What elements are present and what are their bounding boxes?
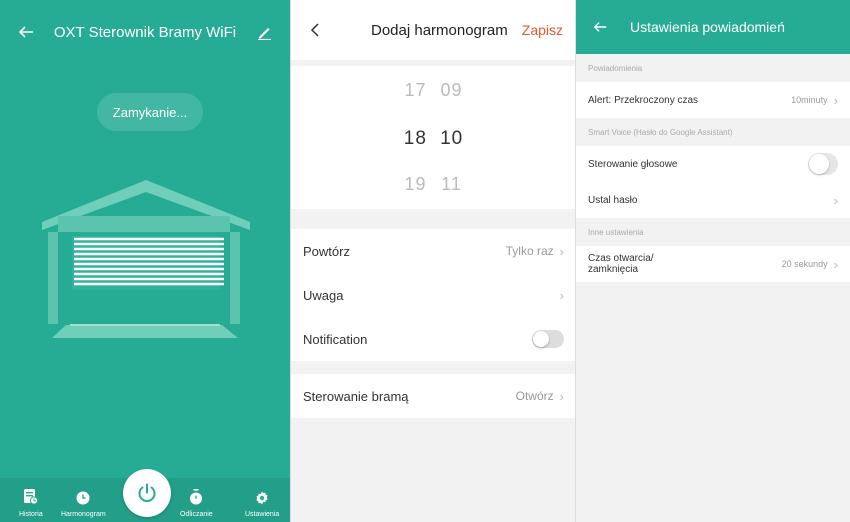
gate-control-row[interactable]: Sterowanie bramą Otwórz › [291, 374, 575, 418]
back-button[interactable] [14, 20, 38, 44]
gear-icon [256, 491, 268, 505]
chevron-right-icon: › [833, 92, 838, 108]
schedule-screen: Dodaj harmonogram Zapisz 17 09 18 10 19 … [290, 0, 575, 522]
chevron-left-icon [310, 23, 319, 37]
schedule-options: Powtórz Tylko raz › Uwaga › Notification [291, 229, 575, 361]
arrow-left-icon [593, 22, 607, 32]
nav-label-harmonogram: Harmonogram [61, 511, 106, 518]
schedule-header: Dodaj harmonogram Zapisz [291, 0, 575, 60]
picker-row-above[interactable]: 17 09 [291, 80, 575, 101]
repeat-row[interactable]: Powtórz Tylko raz › [291, 229, 575, 273]
controller-screen: OXT Sterownik Bramy WiFi Zamykanie... Hi… [0, 0, 290, 522]
picker-hour: 17 [404, 80, 427, 100]
save-button[interactable]: Zapisz [522, 22, 563, 38]
open-close-time-label-line2: zamknięcia [588, 264, 639, 275]
picker-minute: 11 [441, 174, 462, 194]
alert-value: 10minuty [791, 95, 828, 105]
power-icon [138, 483, 156, 502]
alert-label: Alert: Przekroczony czas [588, 94, 699, 106]
controller-header: OXT Sterownik Bramy WiFi [0, 0, 290, 64]
back-button[interactable] [588, 15, 612, 39]
arrow-left-icon [18, 26, 33, 38]
nav-item-harmonogram[interactable]: Harmonogram [61, 491, 106, 518]
page-title: Ustawienia powiadomień [630, 19, 785, 35]
voice-control-toggle[interactable] [808, 153, 838, 175]
nav-item-historia[interactable]: Historia [19, 489, 43, 518]
picker-hour: 19 [404, 174, 427, 194]
pencil-icon [258, 28, 271, 40]
nav-label-ustawienia: Ustawienia [245, 511, 280, 518]
picker-minute: 10 [440, 128, 464, 149]
voice-control-row: Sterowanie głosowe [576, 146, 850, 182]
device-title: OXT Sterownik Bramy WiFi [53, 23, 237, 41]
alert-row[interactable]: Alert: Przekroczony czas 10minuty › [576, 82, 850, 118]
section-title-smart-voice: Smart Voice (Hasło do Google Assistant) [576, 118, 850, 146]
gate-control-block: Sterowanie bramą Otwórz › [291, 374, 575, 418]
edit-button[interactable] [252, 20, 276, 44]
garage-illustration [42, 180, 250, 338]
nav-label-odliczanie: Odliczanie [180, 511, 213, 518]
clock-icon [76, 491, 90, 505]
gate-control-label: Sterowanie bramą [303, 388, 409, 404]
notification-settings-screen: Ustawienia powiadomień Powiadomienia Ale… [575, 0, 850, 522]
section-title-other: Inne ustawienia [576, 218, 850, 246]
chevron-right-icon: › [833, 192, 838, 208]
open-close-time-label: Czas otwarcia/ zamknięcia [588, 253, 782, 275]
picker-hour: 18 [403, 128, 427, 149]
power-button[interactable] [123, 469, 171, 517]
time-picker[interactable]: 17 09 18 10 19 11 [291, 66, 575, 209]
page-title: Dodaj harmonogram [371, 21, 508, 39]
picker-minute: 09 [440, 80, 463, 100]
gate-control-value: Otwórz [515, 389, 554, 403]
notifications-header: Ustawienia powiadomień [576, 0, 850, 54]
picker-row-selected[interactable]: 18 10 [291, 128, 575, 150]
nav-item-odliczanie[interactable]: Odliczanie [180, 489, 213, 518]
open-close-time-label-line1: Czas otwarcia/ [588, 253, 654, 264]
timer-icon [190, 489, 203, 505]
repeat-label: Powtórz [303, 243, 350, 259]
note-row[interactable]: Uwaga › [291, 273, 575, 317]
voice-control-label: Sterowanie głosowe [588, 158, 678, 170]
section-title-notifications: Powiadomienia [576, 54, 850, 82]
chevron-right-icon: › [559, 388, 564, 404]
open-close-time-row[interactable]: Czas otwarcia/ zamknięcia 20 sekundy › [576, 246, 850, 282]
open-close-time-value: 20 sekundy [781, 259, 828, 269]
history-icon [23, 489, 38, 505]
password-label: Ustal hasło [588, 194, 638, 206]
nav-item-ustawienia[interactable]: Ustawienia [245, 491, 279, 518]
notification-toggle[interactable] [532, 330, 564, 348]
note-label: Uwaga [303, 287, 344, 303]
notification-label: Notification [303, 331, 368, 347]
password-row[interactable]: Ustal hasło › [576, 182, 850, 218]
chevron-right-icon: › [833, 256, 838, 272]
picker-row-below[interactable]: 19 11 [291, 174, 575, 195]
back-button[interactable] [303, 18, 327, 42]
repeat-value: Tylko raz [505, 244, 554, 258]
chevron-right-icon: › [559, 243, 564, 259]
chevron-right-icon: › [559, 287, 564, 303]
notification-row: Notification [291, 317, 575, 361]
nav-label-historia: Historia [19, 511, 43, 518]
status-badge: Zamykanie... [97, 93, 203, 131]
